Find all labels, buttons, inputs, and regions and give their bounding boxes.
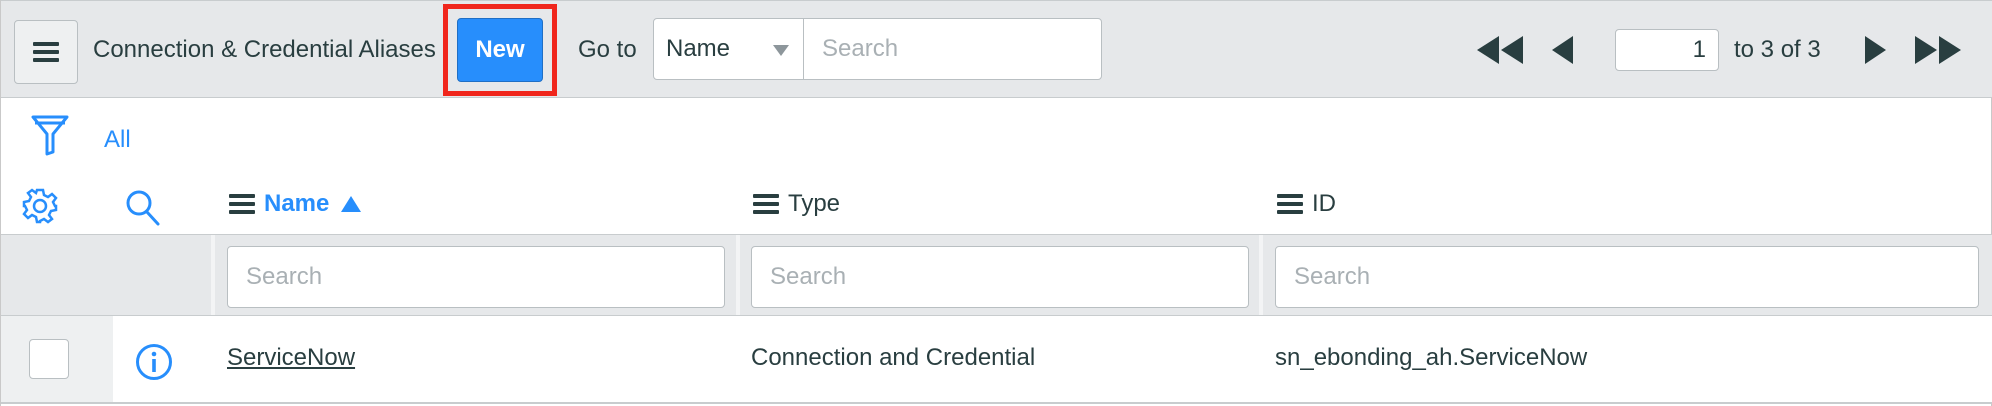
row-type: Connection and Credential <box>751 344 1036 371</box>
goto-search-input[interactable] <box>803 18 1102 80</box>
menu-icon <box>33 42 59 62</box>
column-divider <box>1259 235 1263 315</box>
list-title: Connection & Credential Aliases <box>93 36 436 63</box>
goto-field-select[interactable]: Name <box>653 18 804 80</box>
column-header-name[interactable]: Name <box>229 190 362 218</box>
column-divider <box>736 235 740 315</box>
column-menu-icon[interactable] <box>1277 194 1303 214</box>
type-search-input[interactable] <box>751 246 1249 308</box>
column-label-id: ID <box>1312 190 1336 217</box>
list-view: Connection & Credential Aliases New Go t… <box>0 0 1992 406</box>
gear-icon[interactable] <box>22 188 58 224</box>
id-search-input[interactable] <box>1275 246 1979 308</box>
chevron-down-icon <box>773 45 789 56</box>
list-context-menu-button[interactable] <box>14 20 78 84</box>
column-search-row <box>1 234 1992 316</box>
search-icon[interactable] <box>125 189 161 227</box>
row-checkbox[interactable] <box>29 339 69 379</box>
name-search-input[interactable] <box>227 246 725 308</box>
column-menu-icon[interactable] <box>229 194 255 214</box>
table-row: ServiceNow Connection and Credential sn_… <box>1 316 1992 404</box>
column-divider <box>211 235 215 315</box>
filter-funnel-icon[interactable] <box>31 114 69 156</box>
next-page-icon[interactable] <box>1863 35 1887 65</box>
goto-label: Go to <box>578 36 637 63</box>
row-id: sn_ebonding_ah.ServiceNow <box>1275 344 1588 371</box>
column-header-id[interactable]: ID <box>1277 190 1336 218</box>
last-page-icon[interactable] <box>1913 35 1963 65</box>
column-menu-icon[interactable] <box>753 194 779 214</box>
page-number-input[interactable] <box>1615 29 1719 71</box>
list-header: Connection & Credential Aliases New Go t… <box>1 0 1992 98</box>
sort-ascending-icon <box>341 196 362 212</box>
info-icon[interactable] <box>135 343 173 381</box>
column-header-type[interactable]: Type <box>753 190 840 218</box>
page-range-text: to 3 of 3 <box>1734 36 1821 63</box>
new-button[interactable]: New <box>457 18 543 82</box>
column-label-name: Name <box>264 190 330 217</box>
prev-page-icon[interactable] <box>1551 35 1575 65</box>
goto-field-value: Name <box>666 35 731 62</box>
filter-breadcrumb-all[interactable]: All <box>104 126 131 154</box>
column-label-type: Type <box>788 190 841 217</box>
row-name-link[interactable]: ServiceNow <box>227 344 355 372</box>
first-page-icon[interactable] <box>1475 35 1525 65</box>
